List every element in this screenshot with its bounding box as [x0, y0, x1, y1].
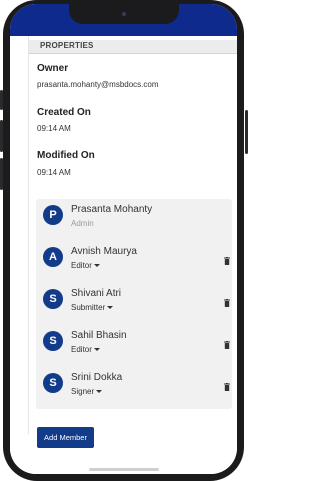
caret-down-icon	[93, 348, 100, 352]
role-dropdown[interactable]: Editor	[71, 345, 100, 354]
avatar: S	[43, 289, 63, 309]
divider	[28, 36, 29, 434]
role-dropdown-label: Editor	[71, 261, 92, 270]
role-dropdown-label: Submitter	[71, 303, 106, 312]
member-role: Admin	[71, 219, 94, 228]
avatar: S	[43, 331, 63, 351]
trash-icon[interactable]	[224, 383, 230, 391]
modified-on-value: 09:14 AM	[37, 168, 71, 177]
member-name: Avnish Maurya	[71, 246, 137, 257]
members-list: P Prasanta Mohanty Admin A Avnish Maurya…	[36, 199, 232, 409]
member-name: Srini Dokka	[71, 372, 123, 383]
properties-header: PROPERTIES	[29, 40, 237, 54]
trash-icon[interactable]	[224, 299, 230, 307]
member-row: P Prasanta Mohanty Admin	[36, 201, 232, 241]
phone-frame: PROPERTIES Owner prasanta.mohanty@msbdoc…	[0, 0, 248, 481]
avatar: P	[43, 205, 63, 225]
caret-down-icon	[93, 264, 100, 268]
member-row: S Sahil Bhasin Editor	[36, 327, 232, 367]
member-row: A Avnish Maurya Editor	[36, 243, 232, 283]
home-indicator	[88, 468, 159, 471]
created-on-label: Created On	[37, 107, 91, 118]
properties-header-label: PROPERTIES	[40, 41, 94, 50]
trash-icon[interactable]	[224, 257, 230, 265]
member-row: S Srini Dokka Signer	[36, 369, 232, 409]
properties-panel: PROPERTIES Owner prasanta.mohanty@msbdoc…	[10, 36, 237, 474]
phone-screen: PROPERTIES Owner prasanta.mohanty@msbdoc…	[10, 4, 237, 474]
side-button-right	[245, 110, 248, 154]
role-dropdown[interactable]: Signer	[71, 387, 103, 396]
created-on-value: 09:14 AM	[37, 124, 71, 133]
owner-value: prasanta.mohanty@msbdocs.com	[37, 80, 159, 89]
role-dropdown[interactable]: Editor	[71, 261, 100, 270]
avatar: S	[43, 373, 63, 393]
member-name: Prasanta Mohanty	[71, 204, 153, 215]
member-row: S Shivani Atri Submitter	[36, 285, 232, 325]
trash-icon[interactable]	[224, 341, 230, 349]
role-dropdown[interactable]: Submitter	[71, 303, 114, 312]
caret-down-icon	[107, 306, 114, 310]
camera-icon	[121, 12, 126, 16]
member-name: Shivani Atri	[71, 288, 122, 299]
member-name: Sahil Bhasin	[71, 330, 127, 341]
role-dropdown-label: Signer	[71, 387, 95, 396]
add-member-button[interactable]: Add Member	[37, 427, 94, 448]
owner-label: Owner	[37, 63, 69, 74]
modified-on-label: Modified On	[37, 150, 95, 161]
status-bar	[10, 4, 237, 36]
avatar: A	[43, 247, 63, 267]
caret-down-icon	[96, 390, 103, 394]
role-dropdown-label: Editor	[71, 345, 92, 354]
